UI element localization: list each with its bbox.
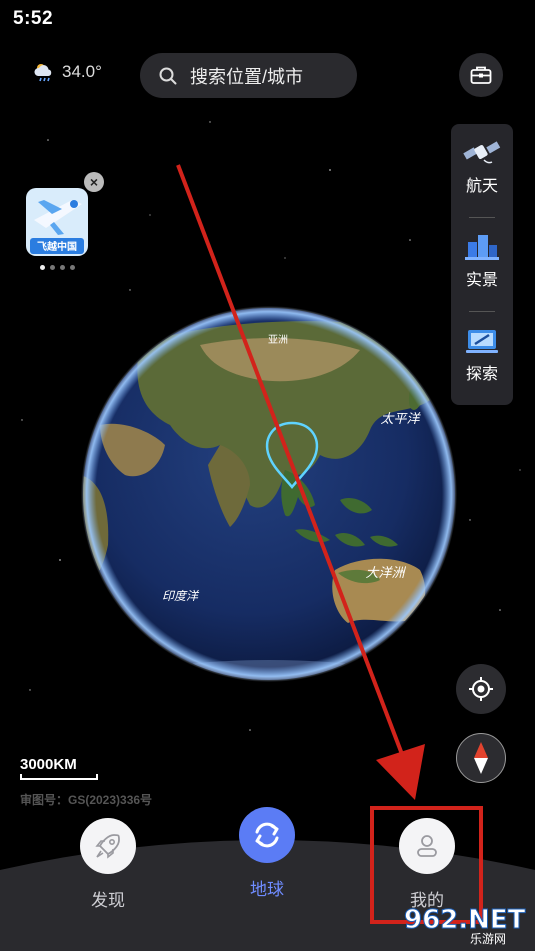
rocket-icon	[95, 834, 120, 859]
compass-icon	[474, 742, 488, 774]
toolbox-icon	[470, 66, 492, 84]
label-pacific: 太平洋	[380, 412, 421, 427]
carousel-dot	[40, 265, 45, 270]
right-tool-panel: 航天 实景 探索	[451, 124, 513, 405]
nav-discover-circle	[80, 818, 136, 874]
earth-globe[interactable]: 亚洲 太平洋 印度洋 大洋洲	[80, 305, 458, 683]
city-buildings-icon	[465, 235, 499, 260]
status-time: 5:52	[13, 8, 54, 29]
explore-icon	[466, 330, 498, 353]
toolbox-button[interactable]	[459, 53, 503, 97]
carousel-dot	[60, 265, 65, 270]
panel-label-explore: 探索	[465, 366, 498, 383]
nav-item-earth[interactable]: 地球	[239, 807, 295, 900]
label-asia: 亚洲	[268, 334, 288, 346]
panel-item-explore[interactable]: 探索	[451, 312, 513, 405]
nav-label-earth: 地球	[250, 880, 284, 899]
weather-widget[interactable]: 34.0°	[32, 60, 102, 84]
nav-item-discover[interactable]: 发现	[80, 818, 136, 911]
satellite-icon	[463, 141, 501, 164]
label-oceania: 大洋洲	[365, 566, 406, 581]
carousel-dot	[50, 265, 55, 270]
map-scale-label: 3000KM	[20, 756, 77, 773]
watermark-logo: 962.NET 乐游网	[404, 905, 527, 947]
fly-over-china-promo[interactable]: 飞越中国	[24, 178, 94, 260]
promo-carousel-dots	[40, 265, 75, 270]
watermark-text: 962.NET	[404, 905, 526, 935]
search-bar[interactable]: 搜索位置/城市	[140, 53, 357, 98]
locate-crosshair-icon	[469, 677, 493, 701]
carousel-dot	[70, 265, 75, 270]
promo-badge-text: 飞越中国	[37, 240, 77, 253]
refresh-globe-icon	[255, 822, 279, 848]
panel-item-aerospace[interactable]: 航天	[451, 124, 513, 217]
temperature-text: 34.0°	[62, 62, 102, 81]
nav-label-discover: 发现	[91, 891, 125, 910]
promo-close-button[interactable]: ×	[84, 172, 104, 192]
locate-button[interactable]	[456, 664, 506, 714]
map-scale-bar	[20, 774, 98, 780]
search-placeholder: 搜索位置/城市	[190, 66, 304, 87]
partly-cloudy-rain-icon	[34, 64, 52, 82]
search-icon	[159, 67, 177, 84]
compass-button[interactable]	[456, 733, 506, 783]
panel-label-aerospace: 航天	[465, 178, 498, 195]
panel-label-realview: 实景	[465, 272, 498, 289]
watermark-subtext: 乐游网	[470, 932, 506, 946]
panel-item-realview[interactable]: 实景	[451, 218, 513, 311]
map-approval-number: 审图号：GS(2023)336号	[20, 793, 153, 807]
nav-earth-circle	[239, 807, 295, 863]
label-indian-ocean: 印度洋	[162, 589, 200, 603]
